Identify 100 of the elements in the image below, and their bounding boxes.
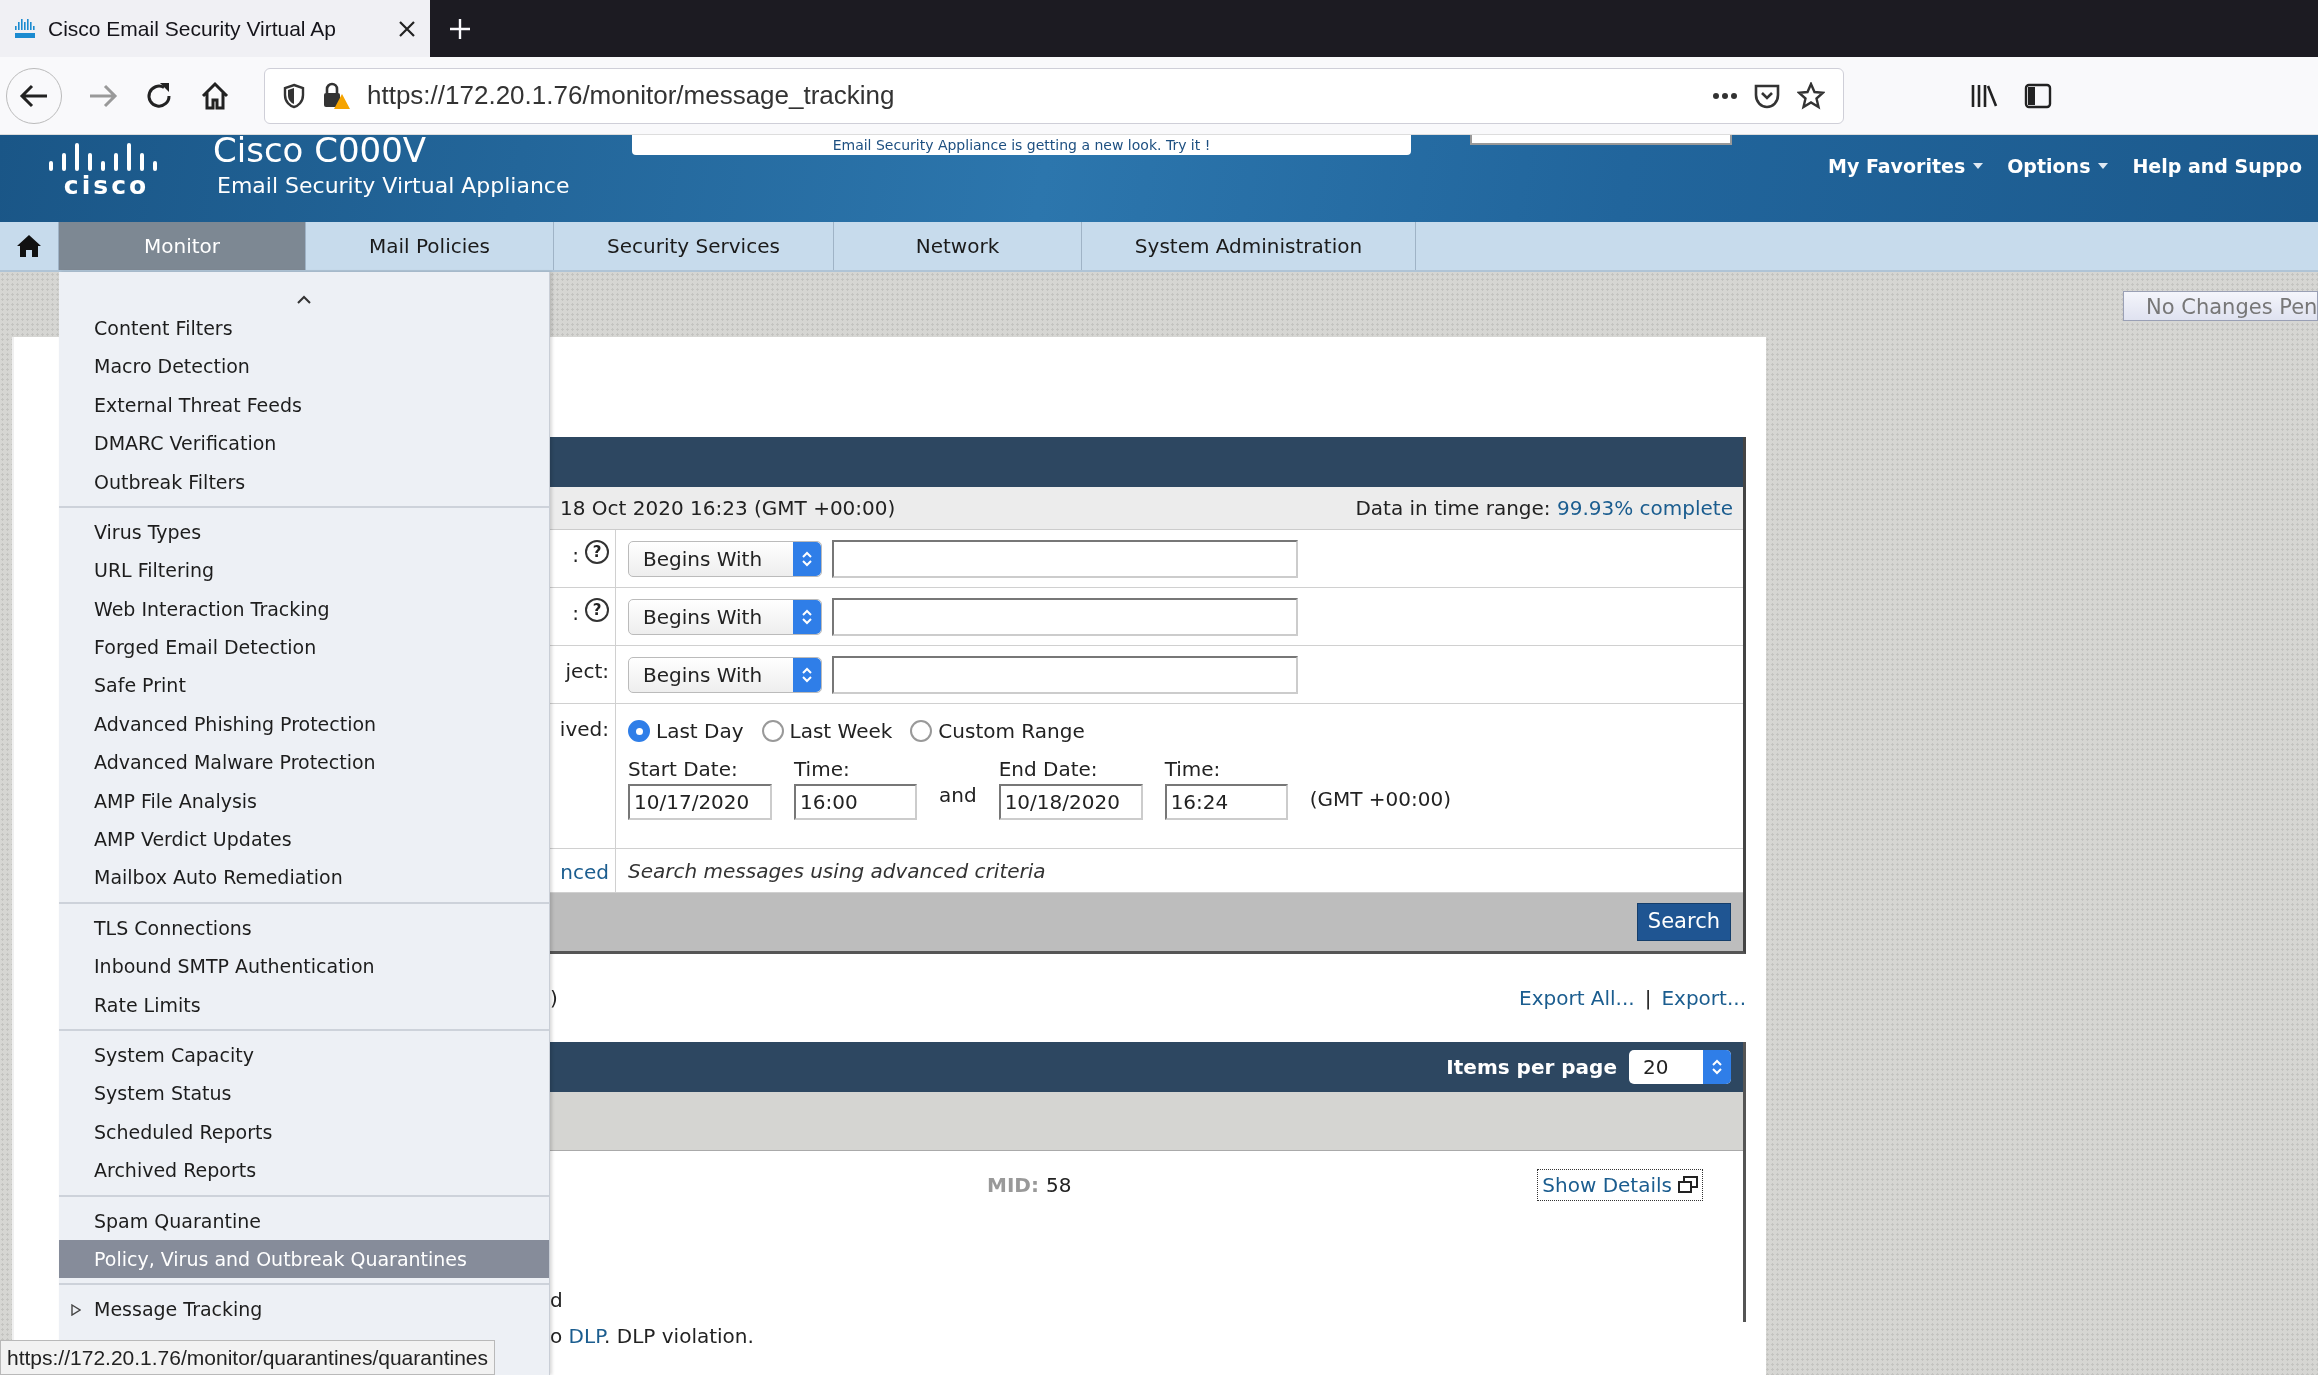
menu-item[interactable]: AMP File Analysis <box>59 781 549 821</box>
menu-item[interactable]: Macro Detection <box>59 347 549 386</box>
menu-item[interactable]: Rate Limits <box>59 985 549 1025</box>
menu-item[interactable]: Outbreak Filters <box>59 462 549 501</box>
home-icon <box>16 234 42 258</box>
cisco-logo-icon <box>14 18 36 39</box>
spinner-arrows-icon <box>801 665 813 684</box>
menu-item[interactable]: Advanced Malware Protection <box>59 743 549 782</box>
detail-sentence: o DLP. DLP violation. <box>550 1323 755 1350</box>
menu-item[interactable]: Archived Reports <box>59 1151 549 1190</box>
popup-window-icon <box>1678 1176 1698 1194</box>
date-input-field[interactable]: 10/18/2020 <box>998 784 1143 820</box>
menu-item[interactable]: TLS Connections <box>59 908 549 948</box>
spinner-arrows-icon <box>1711 1058 1723 1076</box>
export-link[interactable]: Export... <box>1661 983 1746 1013</box>
date-range-text: 18 Oct 2020 16:23 (GMT +00:00) <box>560 495 896 522</box>
menu-item[interactable]: System Capacity <box>59 1036 549 1075</box>
menu-item[interactable]: AMP Verdict Updates <box>59 820 549 859</box>
export-all-link[interactable]: Export All... <box>1519 983 1635 1013</box>
menu-item[interactable]: System Status <box>59 1074 549 1113</box>
menu-item[interactable]: Safe Print <box>59 666 549 705</box>
date-input-field[interactable]: 10/17/2020 <box>628 784 772 820</box>
menu-item[interactable]: Forged Email Detection <box>59 628 549 667</box>
date-input-field[interactable]: 16:00 <box>794 784 917 820</box>
back-arrow-icon <box>19 82 49 109</box>
date-input-field[interactable]: 16:24 <box>1164 784 1288 820</box>
radio-button[interactable] <box>910 720 933 742</box>
lock-warning-icon <box>321 81 351 110</box>
radio-button[interactable] <box>628 720 650 742</box>
menu-item[interactable]: Spam Quarantine <box>59 1201 549 1240</box>
sidebar-icon <box>2024 82 2052 109</box>
plus-icon <box>449 17 471 40</box>
advanced-link[interactable]: nced <box>560 857 609 887</box>
caret-icon <box>2098 163 2109 170</box>
timezone-label: (GMT +00:00) <box>1309 786 1451 813</box>
text-input-field[interactable] <box>832 539 1298 578</box>
home-icon <box>200 80 230 111</box>
new-look-banner[interactable]: Email Security Appliance is getting a new look. Try it ! <box>632 135 1411 155</box>
help-icon[interactable]: ? <box>585 598 609 622</box>
show-details-link[interactable]: Show Details <box>1537 1169 1703 1201</box>
status-url-tooltip: https://172.20.1.76/monitor/quarantines/quarantines <box>0 1339 495 1375</box>
items-per-page-select[interactable]: 20 <box>1629 1050 1731 1084</box>
result-summary-text: ) <box>550 985 558 1012</box>
operator-select[interactable]: Begins With <box>628 656 822 693</box>
menu-item[interactable]: Mailbox Auto Remediation <box>59 858 549 897</box>
bookmark-button[interactable] <box>1797 81 1825 110</box>
menu-item[interactable]: External Threat Feeds <box>59 385 549 425</box>
field-label: : <box>572 542 579 569</box>
radio-button[interactable] <box>761 720 784 742</box>
search-button[interactable]: Search <box>1636 903 1731 941</box>
header-search-field[interactable] <box>1470 135 1732 145</box>
operator-select[interactable]: Begins With <box>628 540 822 577</box>
header-menu-link[interactable]: Help and Suppo <box>2132 152 2302 181</box>
nav-tab[interactable]: System Administration <box>1082 222 1416 270</box>
menu-item[interactable]: DMARC Verification <box>59 424 549 463</box>
date-field-label: Start Date: <box>628 756 739 783</box>
pocket-button[interactable] <box>1753 82 1781 109</box>
forward-button[interactable] <box>88 82 118 109</box>
nav-tab[interactable]: Security Services <box>554 222 834 270</box>
help-icon[interactable]: ? <box>585 540 609 564</box>
date-field-label: End Date: <box>998 756 1099 783</box>
caret-icon <box>1973 163 1984 170</box>
library-icon <box>1970 82 1998 109</box>
nav-tab[interactable]: Monitor <box>59 222 306 270</box>
radio-label: Last Day <box>656 718 744 745</box>
dlp-link[interactable]: DLP <box>568 1324 605 1348</box>
text-input-field[interactable] <box>832 597 1298 636</box>
menu-item[interactable]: Inbound SMTP Authentication <box>59 947 549 986</box>
nav-tab[interactable]: Network <box>834 222 1082 270</box>
sidebar-button[interactable] <box>2024 82 2052 109</box>
library-button[interactable] <box>1970 82 1998 109</box>
field-label: ived: <box>559 716 609 743</box>
menu-item[interactable]: Scheduled Reports <box>59 1112 549 1152</box>
menu-item[interactable]: Content Filters <box>59 309 549 348</box>
menu-item[interactable]: Web Interaction Tracking <box>59 589 549 629</box>
menu-item[interactable]: URL Filtering <box>59 551 549 590</box>
spinner-arrows-icon <box>801 549 813 568</box>
spinner-arrows-icon <box>801 607 813 626</box>
menu-item[interactable]: Virus Types <box>59 512 549 552</box>
text-input-field[interactable] <box>832 655 1298 694</box>
header-menu-link[interactable]: My Favorites <box>1828 152 1984 181</box>
field-label: : <box>572 600 579 627</box>
product-title: Cisco C000V <box>213 132 428 170</box>
menu-item[interactable]: Advanced Phishing Protection <box>59 704 549 744</box>
radio-label: Custom Range <box>938 718 1085 745</box>
scroll-up-caret-icon <box>297 295 311 304</box>
nav-tab[interactable]: Mail Policies <box>306 222 554 270</box>
header-menu-link[interactable]: Options <box>2007 152 2109 181</box>
mid-value: 58 <box>1045 1173 1072 1197</box>
more-actions-button[interactable] <box>1713 92 1737 99</box>
browser-tab[interactable]: Cisco Email Security Virtual Ap <box>0 0 430 57</box>
date-field-label: Time: <box>1164 756 1222 783</box>
detail-text: d <box>550 1287 564 1314</box>
date-field-label: Time: <box>794 756 851 783</box>
close-tab-button[interactable] <box>398 19 416 38</box>
home-button[interactable] <box>200 80 230 111</box>
completeness-link[interactable]: 99.93% complete <box>1556 496 1733 520</box>
no-changes-pending-button[interactable]: No Changes Pen <box>2123 291 2318 321</box>
menu-item[interactable]: Message Tracking <box>94 1295 263 1324</box>
operator-select[interactable]: Begins With <box>628 598 822 635</box>
